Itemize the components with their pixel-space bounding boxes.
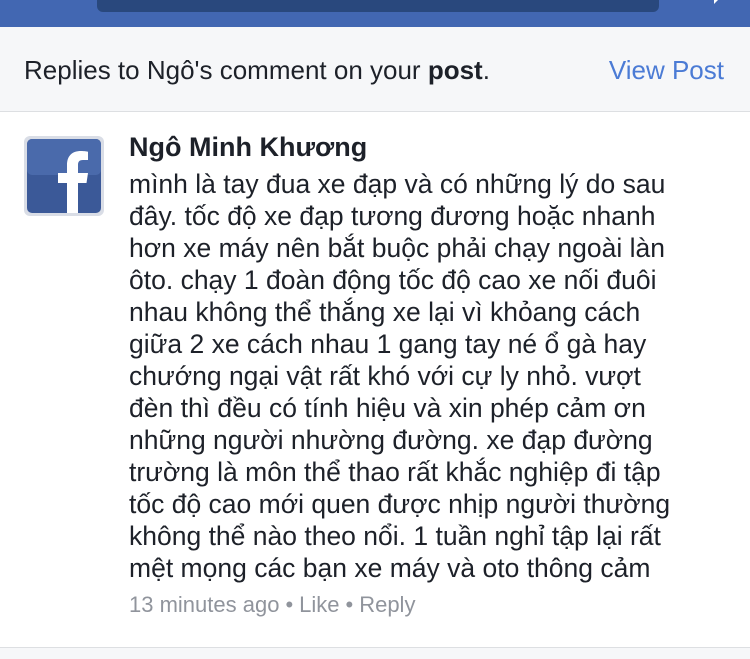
comment-line: ôto. chạy 1 đoàn động tốc độ cao xe nối … bbox=[129, 265, 657, 295]
messenger-icon[interactable] bbox=[700, 0, 740, 10]
comment-text: mình là tay đua xe đạp và có những lý do… bbox=[129, 168, 729, 584]
comment-line: chướng ngại vật rất khó với cự ly nhỏ. v… bbox=[129, 361, 641, 391]
comment-line: giữa 2 xe cách nhau 1 gang tay né ổ gà h… bbox=[129, 329, 647, 359]
comment-line: mình là tay đua xe đạp và có những lý do… bbox=[129, 169, 666, 199]
comment-line: tốc độ cao mới quen được nhịp người thườ… bbox=[129, 489, 671, 519]
comment-line: những người nhường đường. xe đạp đường bbox=[129, 425, 653, 455]
reply-button[interactable]: Reply bbox=[359, 592, 415, 617]
comment-line: không thể nào theo nổi. 1 tuần nghỉ tập … bbox=[129, 521, 661, 551]
comment-card: Ngô Minh Khương mình là tay đua xe đạp v… bbox=[0, 112, 750, 648]
header-text-prefix: Replies to Ngô's comment on your bbox=[24, 55, 428, 85]
comment-meta: 13 minutes ago • Like • Reply bbox=[129, 592, 415, 618]
view-post-link[interactable]: View Post bbox=[609, 55, 724, 86]
header-text-suffix: . bbox=[482, 55, 490, 85]
comment-line: mệt mọng các bạn xe máy và oto thông cảm bbox=[129, 553, 651, 583]
comment-timestamp[interactable]: 13 minutes ago bbox=[129, 592, 279, 617]
like-button[interactable]: Like bbox=[299, 592, 339, 617]
comment-author[interactable]: Ngô Minh Khương bbox=[129, 132, 367, 163]
comment-line: đây. tốc độ xe đạp tương đương hoặc nhan… bbox=[129, 201, 656, 231]
comment-line: nhau không thể thắng xe lại vì khỏang cá… bbox=[129, 297, 641, 327]
header-text-bold: post bbox=[427, 55, 483, 85]
separator-dot: • bbox=[345, 592, 354, 617]
top-navigation-bar bbox=[0, 0, 750, 27]
search-bar[interactable] bbox=[97, 0, 659, 12]
comment-line: trường là môn thể thao rất khắc nghiệp đ… bbox=[129, 457, 661, 487]
replies-header: Replies to Ngô's comment on your post. V… bbox=[0, 27, 750, 112]
comment-line: đèn thì đều có tính hiệu và xin phép cảm… bbox=[129, 393, 646, 423]
comment-line: hơn xe máy nên bắt buộc phải chạy ngoài … bbox=[129, 233, 665, 263]
avatar[interactable] bbox=[24, 136, 104, 216]
separator-dot: • bbox=[285, 592, 294, 617]
header-title: Replies to Ngô's comment on your post. bbox=[24, 55, 490, 86]
